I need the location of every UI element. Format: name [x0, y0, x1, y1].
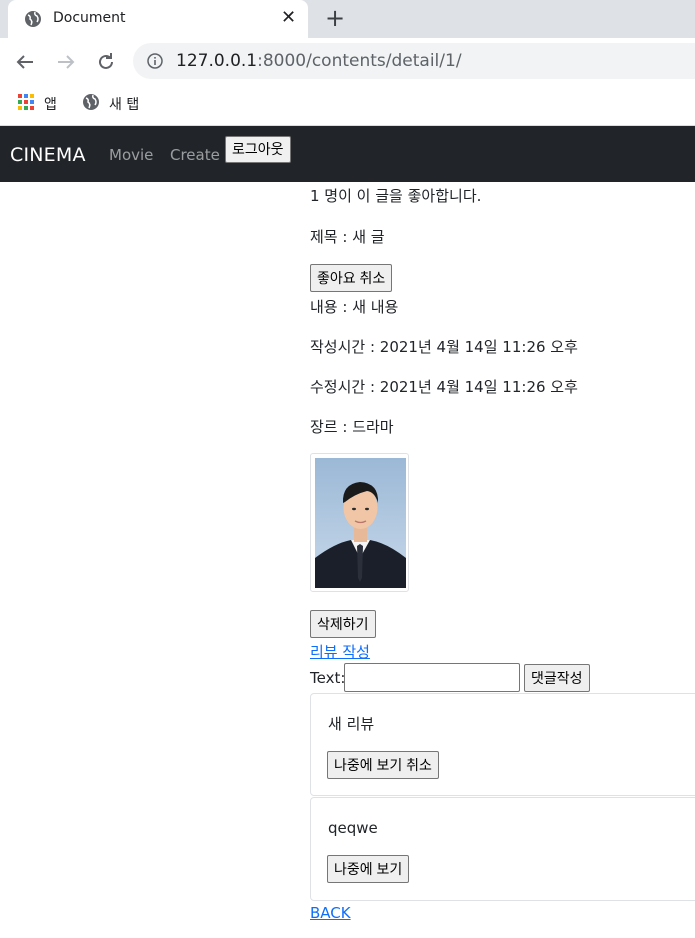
nav-link-movie[interactable]: Movie [109, 146, 153, 164]
reload-icon[interactable] [94, 50, 118, 74]
nav-link-create[interactable]: Create [170, 146, 220, 164]
url-host: 127.0.0.1 [176, 51, 258, 71]
forward-arrow-icon[interactable] [54, 50, 78, 74]
url-text: 127.0.0.1:8000/contents/detail/1/ [176, 51, 462, 71]
likes-count-text: 1 명이 이 글을 좋아합니다. [310, 187, 482, 205]
browser-toolbar: 127.0.0.1:8000/contents/detail/1/ [0, 38, 695, 88]
navbar-brand[interactable]: CINEMA [10, 144, 86, 166]
review-card: 새 리뷰 나중에 보기 취소 [310, 693, 695, 796]
back-link[interactable]: BACK [310, 904, 351, 922]
post-content: 내용 : 새 내용 [310, 298, 399, 316]
review-text: qeqwe [328, 819, 378, 837]
comment-submit-button[interactable]: 댓글작성 [524, 664, 590, 692]
delete-button[interactable]: 삭제하기 [310, 610, 376, 638]
browser-tab-strip: Document ✕ + [0, 0, 695, 38]
browser-tab[interactable]: Document ✕ [8, 0, 308, 38]
new-tab-icon[interactable]: + [325, 6, 345, 30]
post-image [310, 453, 409, 592]
genre-text: 장르 : 드라마 [310, 418, 394, 436]
bookmark-label: 앱 [44, 97, 57, 113]
post-title: 제목 : 새 글 [310, 228, 385, 246]
logout-button[interactable]: 로그아웃 [225, 136, 291, 163]
review-card: qeqwe 나중에 보기 [310, 797, 695, 901]
bookmarks-bar: 앱 새 탭 [0, 88, 695, 126]
tab-close-icon[interactable]: ✕ [281, 8, 296, 28]
tab-title: Document [53, 10, 126, 26]
write-review-link[interactable]: 리뷰 작성 [310, 641, 370, 662]
globe-icon [82, 93, 100, 115]
comment-input[interactable] [344, 663, 520, 692]
apps-grid-icon [17, 93, 35, 115]
watch-later-cancel-button[interactable]: 나중에 보기 취소 [327, 751, 439, 779]
comment-label: Text: [310, 669, 346, 687]
portrait-photo [315, 458, 406, 588]
info-icon[interactable] [147, 53, 163, 73]
bookmark-label: 새 탭 [109, 97, 140, 113]
unlike-button[interactable]: 좋아요 취소 [310, 264, 393, 292]
globe-icon [24, 10, 42, 32]
created-time: 작성시간 : 2021년 4월 14일 11:26 오후 [310, 338, 578, 356]
back-arrow-icon[interactable] [13, 50, 37, 74]
bookmark-new-tab[interactable]: 새 탭 [82, 93, 139, 115]
site-navbar: CINEMA Movie Create 로그아웃 [0, 126, 695, 182]
updated-time: 수정시간 : 2021년 4월 14일 11:26 오후 [310, 378, 578, 396]
url-path: :8000/contents/detail/1/ [257, 51, 462, 71]
review-text: 새 리뷰 [328, 715, 375, 733]
bookmark-apps[interactable]: 앱 [17, 93, 57, 115]
watch-later-button[interactable]: 나중에 보기 [327, 855, 410, 883]
address-bar[interactable]: 127.0.0.1:8000/contents/detail/1/ [133, 43, 695, 79]
